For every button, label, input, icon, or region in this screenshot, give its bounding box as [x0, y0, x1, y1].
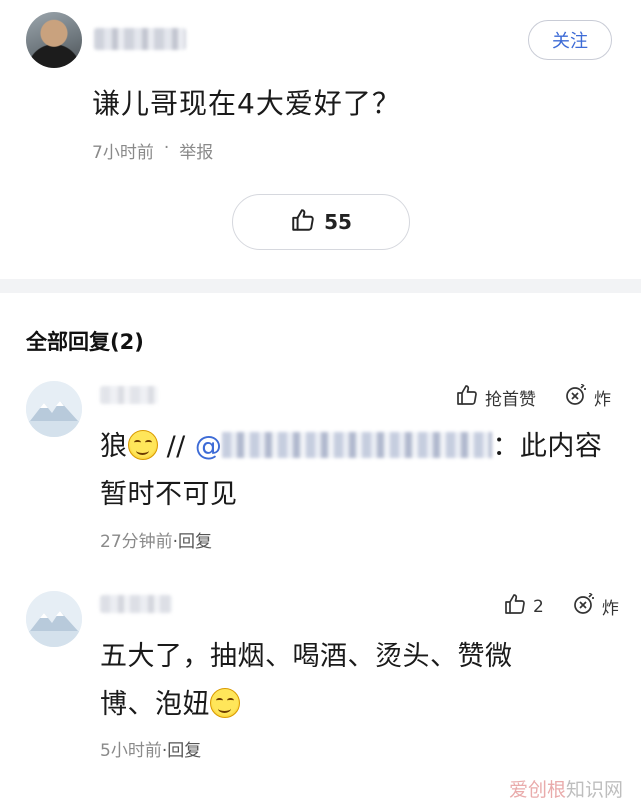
- post-meta: 7小时前 · 举报: [92, 138, 213, 163]
- reply-1-text: 狼 // @ ：此内容 暂时不可见: [100, 423, 620, 519]
- reply-1-meta: 27分钟前·回复: [100, 527, 212, 552]
- reply-2-line2: 博、泡妞: [100, 689, 210, 720]
- author-avatar[interactable]: [26, 12, 82, 68]
- replies-header: 全部回复(2): [26, 330, 144, 354]
- reply-2-line1: 五大了，抽烟、喝酒、烫头、赞微: [100, 641, 513, 672]
- post-like-button[interactable]: 55: [232, 194, 410, 250]
- reply-author-redacted[interactable]: [100, 595, 172, 613]
- follow-button[interactable]: 关注: [528, 20, 612, 60]
- bomb-button[interactable]: 炸: [602, 594, 619, 619]
- meta-separator: ·: [163, 138, 170, 158]
- mountain-icon: [26, 591, 82, 647]
- section-divider: [0, 279, 641, 293]
- thumbs-up-icon: [503, 592, 527, 621]
- reply-button[interactable]: ·回复: [173, 532, 212, 552]
- watermark-accent: 爱创根: [508, 779, 566, 801]
- watermark-text: 知识网: [565, 779, 623, 801]
- bomb-button[interactable]: 炸: [594, 385, 611, 410]
- reply-2-like-count[interactable]: 2: [533, 597, 544, 617]
- bomb-icon: [572, 592, 596, 621]
- reply-author-redacted[interactable]: [100, 386, 158, 404]
- post-text: 谦儿哥现在4大爱好了？: [92, 87, 401, 120]
- reply-1-line2: 暂时不可见: [100, 479, 238, 510]
- author-name-redacted[interactable]: [94, 28, 186, 50]
- bomb-icon: [564, 383, 588, 412]
- reply-avatar[interactable]: [26, 381, 82, 437]
- reply-2-time: 5小时前: [100, 741, 162, 761]
- forward-separator: //: [157, 431, 195, 462]
- reply-2-text: 五大了，抽烟、喝酒、烫头、赞微 博、泡妞: [100, 633, 620, 729]
- mention-at[interactable]: @: [195, 431, 223, 462]
- reply-2-actions: 2 炸: [503, 592, 619, 621]
- reply-1-time: 27分钟前: [100, 532, 173, 552]
- smile-emoji-icon: [210, 688, 240, 718]
- mention-name-redacted[interactable]: [222, 432, 493, 458]
- reply-button[interactable]: ·回复: [162, 741, 201, 761]
- thumbs-up-icon: [290, 207, 316, 238]
- smile-emoji-icon: [127, 430, 158, 460]
- reply-avatar[interactable]: [26, 591, 82, 647]
- first-like-button[interactable]: 抢首赞: [485, 385, 536, 410]
- thumbs-up-icon: [455, 383, 479, 412]
- watermark: 爱创根知识网: [509, 775, 623, 802]
- post-time: 7小时前: [92, 143, 154, 163]
- mountain-icon: [26, 381, 82, 437]
- reply-2-meta: 5小时前·回复: [100, 736, 201, 761]
- post-like-count: 55: [324, 210, 352, 234]
- reply-1-suffix: ：此内容: [492, 431, 603, 462]
- reply-1-prefix: 狼: [100, 431, 128, 462]
- report-link[interactable]: 举报: [179, 138, 213, 163]
- reply-1-actions: 抢首赞 炸: [455, 383, 611, 412]
